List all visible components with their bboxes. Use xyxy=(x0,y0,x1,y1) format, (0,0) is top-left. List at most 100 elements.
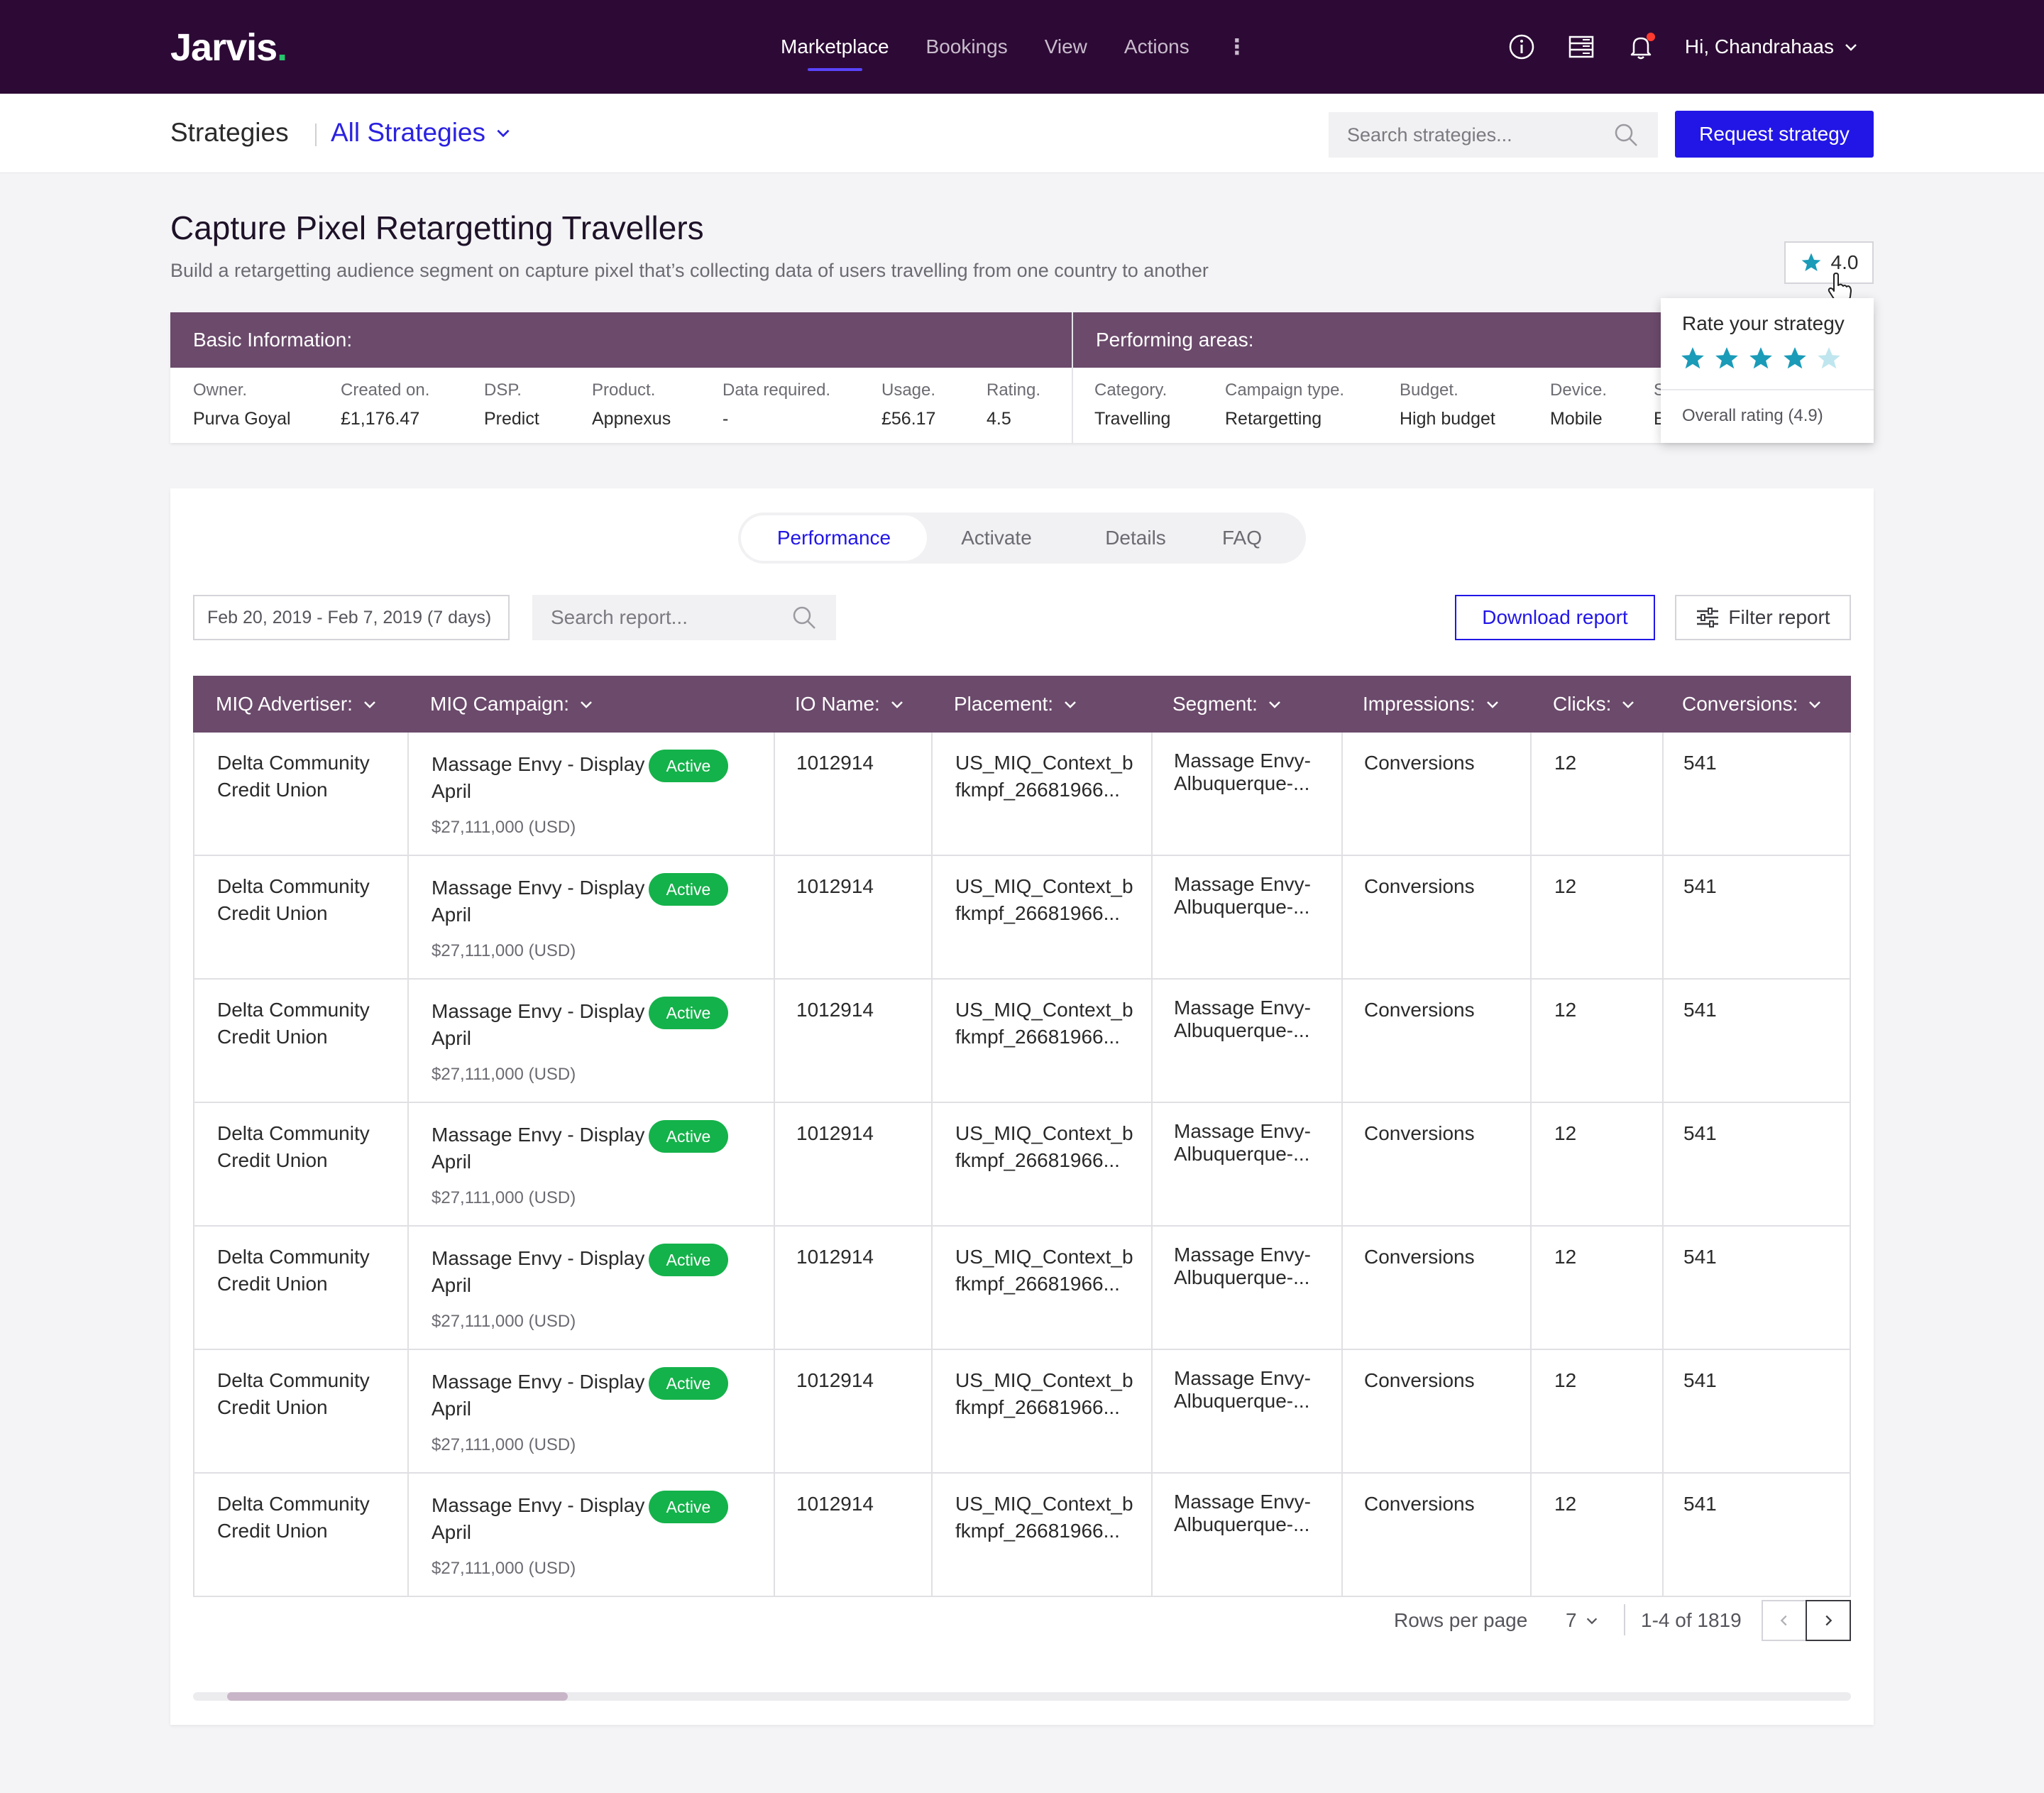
field-value: £56.17 xyxy=(881,409,936,429)
advertiser-line-1: Delta Community xyxy=(217,875,370,897)
nav-actions[interactable]: Actions xyxy=(1124,35,1189,58)
jarvis-logo[interactable]: Jarvis. xyxy=(170,26,287,70)
star-4-icon[interactable] xyxy=(1781,345,1808,372)
field-owner: Owner. Purva Goyal xyxy=(193,380,291,429)
column-header-campaign[interactable]: MIQ Campaign: xyxy=(430,676,595,733)
column-header-conversions[interactable]: Conversions: xyxy=(1682,676,1823,733)
advertiser-line-1: Delta Community xyxy=(217,1246,370,1268)
column-header-placement[interactable]: Placement: xyxy=(954,676,1079,733)
cell-campaign[interactable]: Massage Envy - Display April xyxy=(432,751,644,805)
placement-line-1: US_MIQ_Context_b xyxy=(955,752,1133,774)
campaign-budget: $27,111,000 (USD) xyxy=(432,1435,576,1454)
advertiser-line-2: Credit Union xyxy=(217,779,328,801)
tab-faq[interactable]: FAQ xyxy=(1192,515,1292,561)
campaign-line-1: Massage Envy - Display xyxy=(432,753,645,775)
placement-line-1: US_MIQ_Context_b xyxy=(955,1369,1133,1391)
bell-icon[interactable] xyxy=(1625,31,1656,62)
cell-campaign[interactable]: Massage Envy - Display April xyxy=(432,998,644,1052)
advertiser-line-2: Credit Union xyxy=(217,1520,328,1542)
field-value: Predict xyxy=(484,409,539,429)
status-badge: Active xyxy=(649,873,728,906)
more-vertical-icon[interactable]: ⋮ xyxy=(1226,35,1248,60)
rows-per-page-value: 7 xyxy=(1566,1609,1577,1631)
column-divider xyxy=(407,1474,409,1596)
nav-bookings[interactable]: Bookings xyxy=(926,35,1008,58)
campaign-line-1: Massage Envy - Display xyxy=(432,877,645,899)
cell-placement: US_MIQ_Context_b fkmpf_26681966... xyxy=(955,750,1133,804)
strategy-filter-dropdown[interactable]: All Strategies xyxy=(331,118,512,148)
download-report-button[interactable]: Download report xyxy=(1455,595,1655,640)
advertiser-line-2: Credit Union xyxy=(217,1396,328,1418)
column-divider xyxy=(407,1350,409,1472)
field-value: High budget xyxy=(1400,409,1495,429)
filter-report-button[interactable]: Filter report xyxy=(1675,595,1851,640)
column-divider xyxy=(1530,733,1532,855)
tab-details[interactable]: Details xyxy=(1066,515,1205,561)
cell-campaign[interactable]: Massage Envy - Display April xyxy=(432,1245,644,1299)
report-search-input[interactable]: Search report... xyxy=(532,595,836,640)
rating-value: 4.0 xyxy=(1830,251,1859,273)
table-row[interactable]: Delta Community Credit Union Massage Envy … xyxy=(193,1227,1851,1350)
column-divider xyxy=(931,1474,933,1596)
cell-placement: US_MIQ_Context_b fkmpf_26681966... xyxy=(955,1367,1133,1421)
cell-placement: US_MIQ_Context_b fkmpf_26681966... xyxy=(955,1244,1133,1298)
strategy-title: Capture Pixel Retargetting Travellers xyxy=(170,209,704,246)
cell-campaign[interactable]: Massage Envy - Display April xyxy=(432,1492,644,1546)
advertiser-line-2: Credit Union xyxy=(217,1273,328,1295)
chevron-left-icon xyxy=(1780,1615,1787,1626)
column-header-impressions[interactable]: Impressions: xyxy=(1363,676,1501,733)
segment-line-1: Massage Envy- xyxy=(1174,1244,1311,1266)
horizontal-scrollbar[interactable] xyxy=(193,1692,1851,1701)
nav-view[interactable]: View xyxy=(1045,35,1087,58)
field-dsp: DSP. Predict xyxy=(484,380,539,429)
column-header-io-name[interactable]: IO Name: xyxy=(795,676,906,733)
info-icon[interactable] xyxy=(1506,31,1537,62)
user-menu[interactable]: Hi, Chandrahaas xyxy=(1685,35,1859,58)
cell-campaign[interactable]: Massage Envy - Display April xyxy=(432,1369,644,1422)
tab-activate[interactable]: Activate xyxy=(927,515,1066,561)
search-icon xyxy=(1615,124,1637,146)
title-divider xyxy=(315,124,317,146)
star-5-icon[interactable] xyxy=(1815,345,1842,372)
table-row[interactable]: Delta Community Credit Union Massage Envy … xyxy=(193,733,1851,856)
field-label: Owner. xyxy=(193,380,248,400)
campaign-line-2: April xyxy=(432,1521,472,1543)
column-header-label: MIQ Advertiser: xyxy=(216,693,353,715)
column-header-advertiser[interactable]: MIQ Advertiser: xyxy=(216,676,378,733)
campaign-line-2: April xyxy=(432,1151,472,1173)
table-row[interactable]: Delta Community Credit Union Massage Envy … xyxy=(193,980,1851,1103)
rows-per-page-select[interactable]: 7 xyxy=(1566,1600,1600,1641)
cell-placement: US_MIQ_Context_b fkmpf_26681966... xyxy=(955,997,1133,1051)
prev-page-button[interactable] xyxy=(1762,1600,1807,1641)
column-header-clicks[interactable]: Clicks: xyxy=(1553,676,1637,733)
request-strategy-button[interactable]: Request strategy xyxy=(1675,111,1874,158)
star-2-icon[interactable] xyxy=(1713,345,1740,372)
table-row[interactable]: Delta Community Credit Union Massage Envy … xyxy=(193,856,1851,980)
table-row[interactable]: Delta Community Credit Union Massage Envy … xyxy=(193,1103,1851,1227)
strategy-search-input[interactable]: Search strategies... xyxy=(1329,112,1658,158)
table-header: MIQ Advertiser: MIQ Campaign: IO Name: Plac… xyxy=(193,676,1851,733)
cell-conversions: 541 xyxy=(1683,752,1717,774)
column-divider xyxy=(931,1103,933,1225)
cell-campaign[interactable]: Massage Envy - Display April xyxy=(432,1122,644,1175)
placement-line-2: fkmpf_26681966... xyxy=(955,1026,1120,1048)
next-page-button[interactable] xyxy=(1806,1600,1851,1641)
cell-campaign[interactable]: Massage Envy - Display April xyxy=(432,874,644,928)
star-1-icon[interactable] xyxy=(1679,345,1706,372)
cell-placement: US_MIQ_Context_b fkmpf_26681966... xyxy=(955,873,1133,927)
column-header-segment[interactable]: Segment: xyxy=(1172,676,1283,733)
scrollbar-thumb[interactable] xyxy=(227,1692,568,1701)
rows-per-page: Rows per page xyxy=(1394,1600,1527,1641)
table-row[interactable]: Delta Community Credit Union Massage Envy … xyxy=(193,1350,1851,1474)
date-range-picker[interactable]: Feb 20, 2019 - Feb 7, 2019 (7 days) xyxy=(193,595,510,640)
tab-performance[interactable]: Performance xyxy=(741,515,927,561)
segment-line-1: Massage Envy- xyxy=(1174,873,1311,895)
star-3-icon[interactable] xyxy=(1747,345,1774,372)
cell-io-name: 1012914 xyxy=(796,752,874,774)
segment-line-1: Massage Envy- xyxy=(1174,750,1311,772)
storage-icon[interactable] xyxy=(1566,31,1597,62)
table-row[interactable]: Delta Community Credit Union Massage Envy … xyxy=(193,1474,1851,1597)
logo-dot: . xyxy=(277,26,287,69)
column-divider xyxy=(407,733,409,855)
nav-marketplace[interactable]: Marketplace xyxy=(781,35,889,71)
